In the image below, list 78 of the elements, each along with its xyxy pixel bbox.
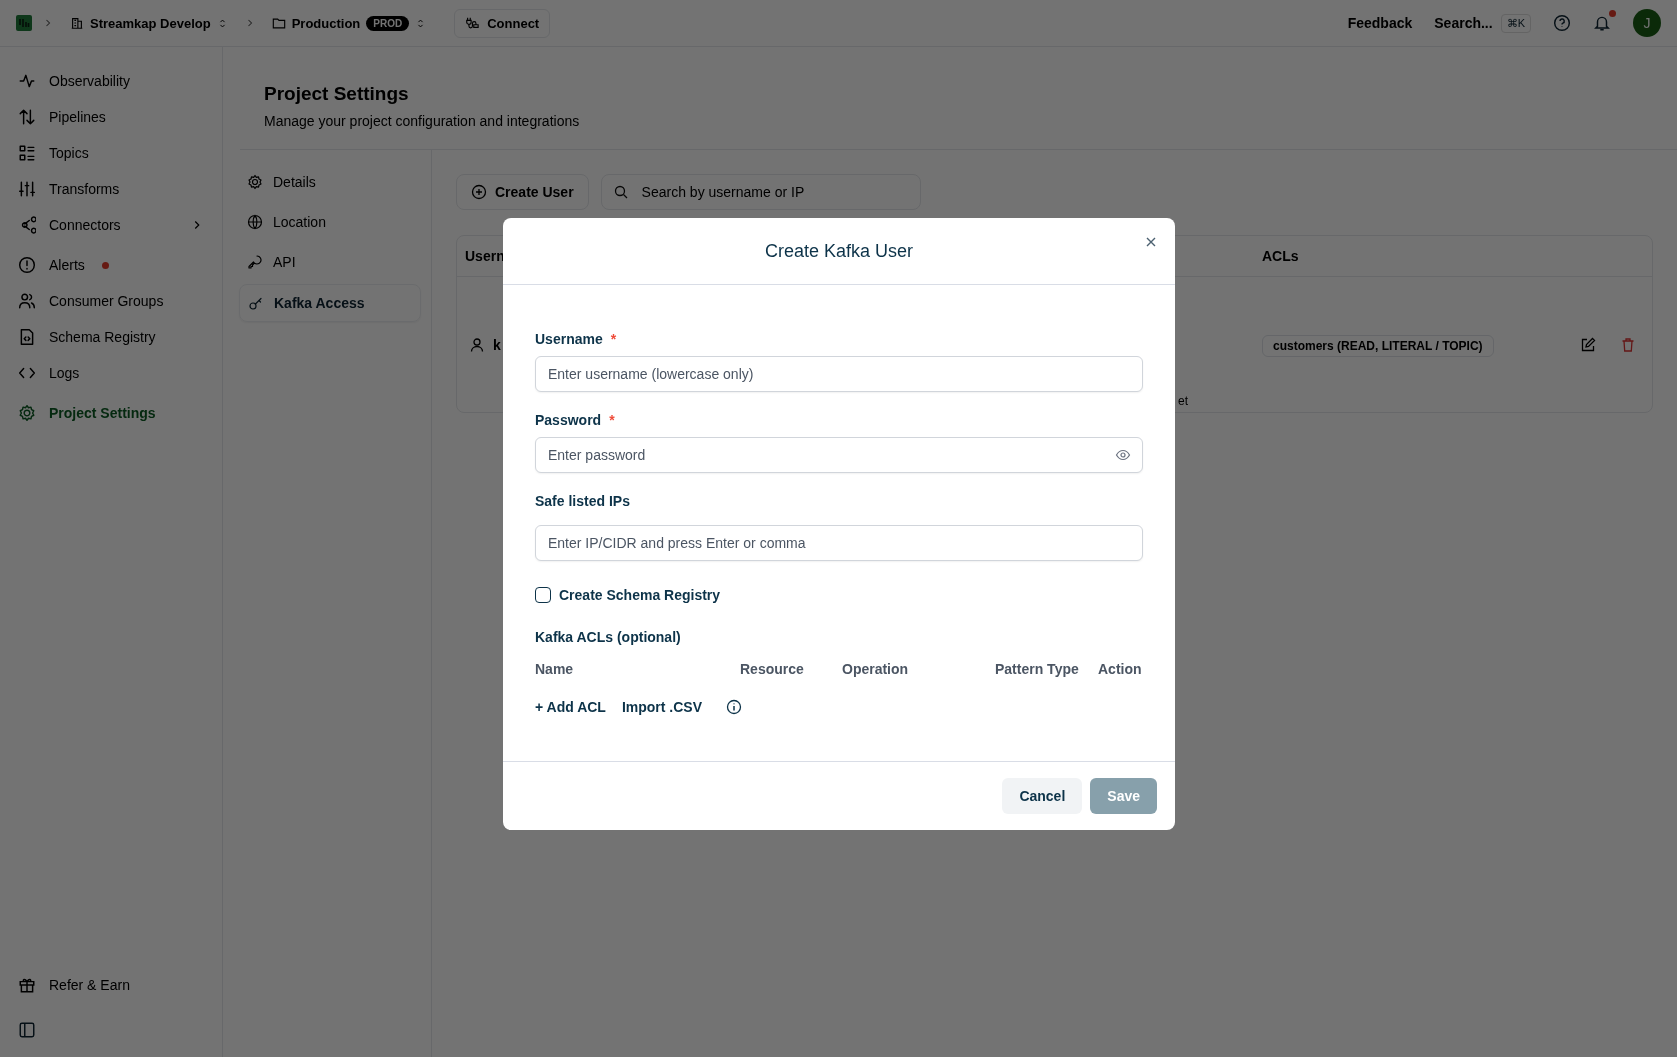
username-text: k bbox=[493, 337, 501, 353]
field-label: Username bbox=[535, 331, 603, 347]
folder-icon bbox=[271, 16, 286, 30]
column-header: Name bbox=[535, 661, 575, 677]
acls-title: Kafka ACLs (optional) bbox=[535, 629, 682, 645]
required-asterisk: * bbox=[610, 331, 617, 347]
trash-icon[interactable] bbox=[1620, 337, 1636, 353]
bell-icon[interactable] bbox=[1593, 14, 1611, 32]
gear-icon bbox=[247, 174, 263, 190]
dialog-title: Create Kafka User bbox=[764, 240, 914, 262]
eye-icon[interactable] bbox=[1115, 447, 1131, 463]
org-switcher[interactable]: Streamkap Develop bbox=[64, 11, 234, 35]
sidebar-item[interactable]: Logs bbox=[12, 355, 210, 391]
column-header: Action bbox=[1098, 661, 1142, 677]
search-icon bbox=[612, 184, 629, 200]
cancel-button[interactable]: Cancel bbox=[1002, 778, 1083, 814]
users-icon bbox=[18, 292, 36, 310]
user-icon bbox=[469, 337, 485, 353]
page-subtitle: Manage your project configuration and integrations bbox=[264, 113, 581, 129]
globe-icon bbox=[247, 214, 263, 230]
column-header: Resource bbox=[740, 661, 805, 677]
connect-button[interactable]: Connect bbox=[454, 8, 551, 38]
sidebar-item[interactable]: Project Settings bbox=[12, 395, 210, 431]
sidebar-item[interactable]: Consumer Groups bbox=[12, 283, 210, 319]
column-header: Usern bbox=[465, 248, 505, 264]
settings-nav-item[interactable]: Details bbox=[239, 164, 421, 200]
settings-nav-item[interactable]: Kafka Access bbox=[239, 284, 421, 322]
sidebar-item[interactable]: Alerts bbox=[12, 247, 210, 283]
file-code-icon bbox=[18, 328, 36, 346]
sliders-icon bbox=[18, 180, 36, 198]
sidebar-item[interactable]: Pipelines bbox=[12, 99, 210, 135]
import-csv-link[interactable]: Import .CSV bbox=[621, 699, 703, 715]
add-acl-link[interactable]: + Add ACL bbox=[535, 699, 606, 715]
column-header: Operation bbox=[842, 661, 910, 677]
search-link[interactable]: Search... bbox=[1434, 15, 1493, 31]
gift-icon bbox=[18, 976, 36, 994]
field-label: Safe listed IPs bbox=[535, 493, 630, 509]
settings-nav-item[interactable]: API bbox=[239, 244, 421, 280]
environment-badge: PROD bbox=[366, 15, 410, 31]
building-icon bbox=[70, 16, 84, 30]
column-header: Pattern Type bbox=[995, 661, 1080, 677]
checkbox[interactable] bbox=[535, 587, 551, 603]
field-label: Password bbox=[535, 412, 602, 428]
sidebar-item[interactable]: Schema Registry bbox=[12, 319, 210, 355]
edit-icon[interactable] bbox=[1580, 337, 1596, 353]
create-user-button[interactable]: Create User bbox=[456, 174, 589, 210]
sidebar-toggle-icon[interactable] bbox=[18, 1021, 36, 1039]
plus-circle-icon bbox=[471, 184, 487, 200]
input-field[interactable]: Enter password bbox=[535, 437, 1143, 473]
plug-icon bbox=[465, 16, 480, 30]
column-header: ACLs bbox=[1262, 248, 1299, 264]
table-cell: et bbox=[1178, 394, 1188, 408]
sidebar-item[interactable]: Refer & Earn bbox=[12, 967, 210, 1003]
input-field[interactable]: Enter IP/CIDR and press Enter or comma bbox=[535, 525, 1143, 561]
list-icon bbox=[18, 144, 36, 162]
activity-icon bbox=[18, 72, 36, 90]
page-title: Project Settings bbox=[264, 83, 410, 105]
sidebar-item[interactable]: Observability bbox=[12, 63, 210, 99]
help-icon[interactable] bbox=[1553, 14, 1571, 32]
search-field[interactable]: Search by username or IP bbox=[600, 174, 921, 210]
key-icon bbox=[248, 295, 264, 311]
feedback-link[interactable]: Feedback bbox=[1347, 15, 1413, 31]
required-asterisk: * bbox=[609, 412, 615, 428]
sidebar-item[interactable]: Topics bbox=[12, 135, 210, 171]
sidebar-item[interactable]: Transforms bbox=[12, 171, 210, 207]
project-switcher[interactable]: Production PROD bbox=[265, 11, 433, 35]
key-icon bbox=[247, 254, 263, 270]
alert-icon bbox=[18, 256, 36, 274]
checkbox-label: Create Schema Registry bbox=[559, 587, 721, 603]
settings-nav-item[interactable]: Location bbox=[239, 204, 421, 240]
shortcut-key: ⌘K bbox=[1500, 13, 1531, 33]
sidebar-item[interactable]: Connectors bbox=[12, 207, 210, 243]
gear-icon bbox=[18, 404, 36, 422]
acl-tag: customers (READ, LITERAL / TOPIC) bbox=[1262, 335, 1494, 357]
info-icon[interactable] bbox=[726, 699, 743, 715]
user-avatar[interactable]: J bbox=[1633, 9, 1661, 37]
arrows-icon bbox=[18, 108, 36, 126]
input-field[interactable]: Enter username (lowercase only) bbox=[535, 356, 1143, 392]
